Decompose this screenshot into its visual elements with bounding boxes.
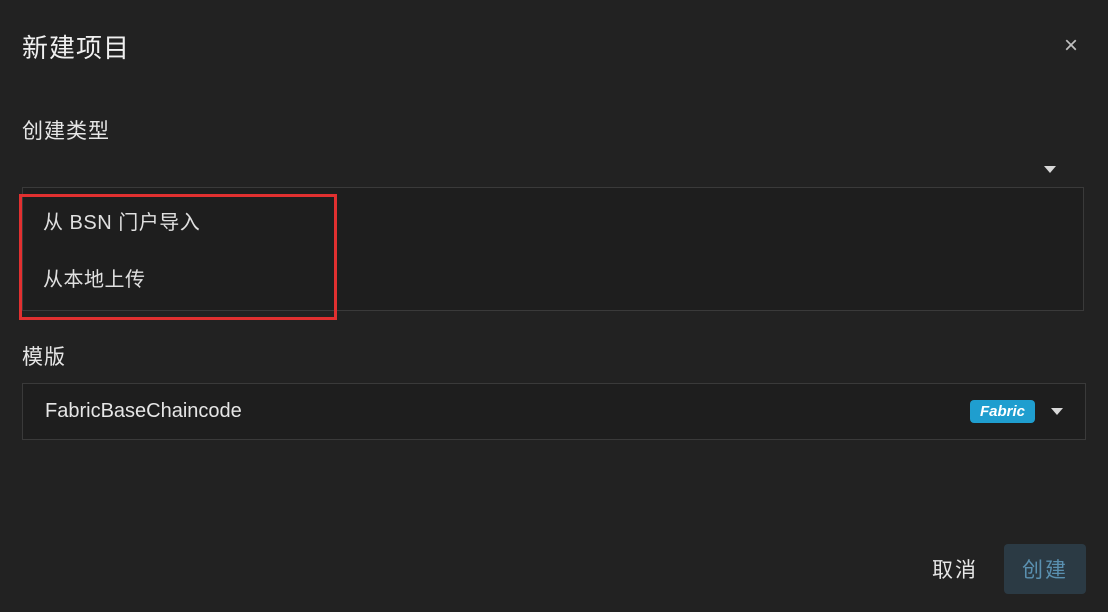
create-type-field: 创建类型 从 BSN 门户导入 从本地上传: [22, 115, 1086, 311]
dropdown-option-bsn-import[interactable]: 从 BSN 门户导入: [23, 188, 1083, 249]
create-type-select[interactable]: [22, 157, 1086, 181]
dropdown-option-local-upload[interactable]: 从本地上传: [23, 249, 1083, 310]
template-field: 模版 FabricBaseChaincode Fabric: [22, 341, 1086, 440]
chevron-down-icon: [1044, 166, 1056, 173]
template-value: FabricBaseChaincode: [45, 400, 242, 423]
new-project-dialog: 新建项目 × 创建类型 从 BSN 门户导入 从本地上传 模版 FabricBa…: [0, 0, 1108, 612]
create-button[interactable]: 创建: [1004, 544, 1086, 594]
template-select[interactable]: FabricBaseChaincode Fabric: [22, 383, 1086, 440]
chevron-down-icon: [1051, 408, 1063, 415]
template-label: 模版: [22, 341, 1086, 371]
template-right: Fabric: [970, 400, 1063, 423]
dialog-footer: 取消 创建: [926, 544, 1086, 594]
dialog-header: 新建项目 ×: [22, 28, 1086, 65]
template-badge: Fabric: [970, 400, 1035, 423]
close-icon[interactable]: ×: [1056, 32, 1086, 60]
cancel-button[interactable]: 取消: [926, 546, 984, 592]
dialog-title: 新建项目: [22, 28, 130, 65]
create-type-label: 创建类型: [22, 115, 1086, 145]
create-type-dropdown: 从 BSN 门户导入 从本地上传: [22, 187, 1084, 311]
